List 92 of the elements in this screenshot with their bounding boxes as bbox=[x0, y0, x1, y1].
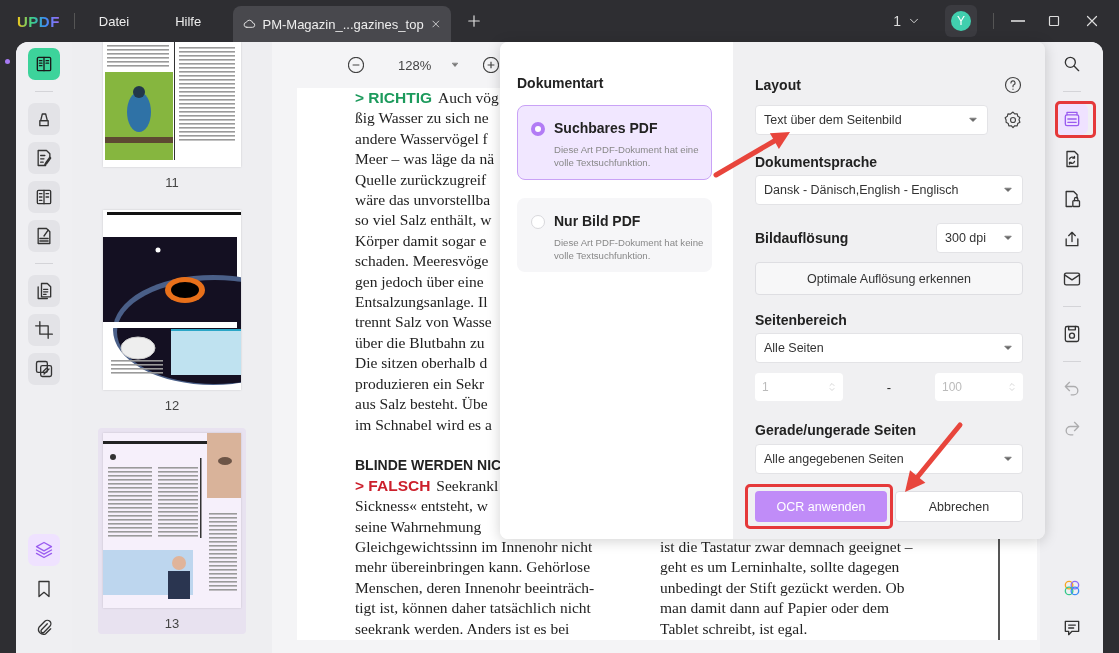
detect-resolution-button[interactable]: Optimale Auflösung erkennen bbox=[755, 262, 1023, 295]
option-description: Diese Art PDF-Dokument hat eine volle Textsuchfunktion. bbox=[554, 143, 700, 169]
columns-icon bbox=[34, 187, 54, 207]
zoom-in-icon bbox=[483, 57, 500, 73]
range-separator: - bbox=[886, 379, 892, 395]
zoom-out-icon bbox=[348, 57, 364, 73]
field-label: Bildauflösung bbox=[755, 229, 849, 247]
field-label: Dokumentsprache bbox=[755, 153, 879, 171]
document-pen-tool-button[interactable] bbox=[28, 142, 60, 174]
text-line: Meer – was läge da nä bbox=[355, 149, 494, 170]
text-line: geht es um Lerninhalte, sollte dagegen bbox=[660, 557, 900, 578]
text-line: Die sitzen oberhalb d bbox=[355, 353, 488, 374]
book-tool-button[interactable] bbox=[28, 48, 60, 80]
text-line: über die Blutbahn zu bbox=[355, 332, 485, 353]
zoom-level[interactable]: 128% bbox=[398, 57, 432, 73]
section-heading: BLINDE WERDEN NIC bbox=[355, 456, 502, 476]
text-line: Sickness« entsteht, w bbox=[355, 496, 489, 517]
layers-tool-button[interactable] bbox=[28, 534, 60, 566]
option-title: Suchbares PDF bbox=[554, 120, 659, 136]
document-pen-tool-button[interactable] bbox=[28, 220, 60, 252]
page-number: 12 bbox=[164, 398, 180, 413]
field-label: Gerade/ungerade Seiten bbox=[755, 421, 918, 439]
page-number: 11 bbox=[165, 175, 179, 190]
menu-item[interactable]: Hilfe bbox=[165, 9, 212, 33]
text-line: ist die Tastatur zwar demnach geeignet – bbox=[660, 537, 913, 557]
page-thumbnail[interactable]: 13 bbox=[98, 428, 246, 634]
status-dot bbox=[5, 59, 10, 64]
layout-dropdown[interactable]: Text über dem Seitenbild bbox=[755, 105, 988, 135]
columns-tool-button[interactable] bbox=[28, 181, 60, 213]
text-line: unbedingt der Stift gezückt werden. Ob bbox=[660, 577, 905, 598]
highlighter-tool-button[interactable] bbox=[28, 103, 60, 135]
settings-icon bbox=[1003, 110, 1023, 130]
section-title: Dokumentart bbox=[517, 74, 605, 92]
text-line: Quelle zurückzugreif bbox=[355, 169, 487, 190]
verdict-label: > FALSCH bbox=[355, 475, 431, 496]
text-line: andere Wasservögel f bbox=[355, 128, 488, 149]
crop-tool-button[interactable] bbox=[28, 314, 60, 346]
text-line: so viel Salz enthält, w bbox=[355, 210, 492, 231]
zoom-in-button[interactable] bbox=[483, 57, 500, 73]
spinner-icon bbox=[826, 381, 838, 393]
text-line: tigt ist, können daher tatsächlich nicht bbox=[355, 598, 591, 619]
option-title: Nur Bild PDF bbox=[554, 213, 642, 229]
highlight-frame bbox=[1055, 101, 1096, 138]
overlay-icon bbox=[34, 359, 54, 379]
text-line: man damit dann auf Papier oder dem bbox=[660, 598, 889, 619]
text-line: Seekrankl bbox=[436, 475, 499, 496]
text-line: Auch vög bbox=[438, 88, 499, 108]
menu-item[interactable]: Datei bbox=[88, 9, 140, 33]
page-thumbnail[interactable]: 12 bbox=[98, 205, 246, 416]
radio-button[interactable] bbox=[531, 122, 545, 136]
zoom-out-button[interactable] bbox=[348, 57, 364, 73]
settings-button[interactable] bbox=[1003, 110, 1023, 130]
page-parity-dropdown[interactable]: Alle angegebenen Seiten bbox=[755, 444, 1023, 474]
language-dropdown[interactable]: Dansk - Dänisch,English - Englisch bbox=[755, 175, 1023, 205]
option-card[interactable]: Suchbares PDF Diese Art PDF-Dokument hat eine volle Textsuchfunktion. bbox=[517, 105, 712, 180]
help-icon bbox=[1003, 75, 1023, 95]
option-description: Diese Art PDF-Dokument hat keine volle Textsuchfunktion. bbox=[554, 236, 705, 262]
layers-icon bbox=[34, 540, 54, 560]
verdict-label: > RICHTIG bbox=[355, 88, 433, 108]
text-line: seekrank werden. Anders ist es bei bbox=[355, 618, 570, 639]
field-label: Layout bbox=[755, 76, 801, 94]
field-label: Seitenbereich bbox=[755, 311, 848, 329]
text-line: im Schnabel wird es a bbox=[355, 414, 492, 435]
text-line: aus Salz besteht. Übe bbox=[355, 394, 488, 415]
document-tab[interactable]: PM-Magazin_...gazines_top bbox=[233, 6, 452, 42]
overlay-tool-button[interactable] bbox=[28, 353, 60, 385]
window-count-dropdown[interactable]: 1 bbox=[887, 12, 927, 30]
page-thumbnail[interactable]: 11 bbox=[98, 42, 246, 193]
text-line: ßig Wasser zu sich ne bbox=[355, 108, 489, 129]
close-icon bbox=[429, 17, 442, 31]
text-line: Gleichgewichtssinn im Innenohr nicht bbox=[355, 536, 593, 557]
resolution-dropdown[interactable]: 300 dpi bbox=[936, 223, 1023, 253]
minimize-icon bbox=[1011, 20, 1025, 22]
spinner-icon bbox=[1006, 381, 1018, 393]
text-line: seine Wahrnehmung bbox=[355, 516, 482, 537]
text-line: Entsalzungsanlage. Il bbox=[355, 292, 488, 313]
pages-tool-button[interactable] bbox=[28, 275, 60, 307]
text-line: gen jedoch über eine bbox=[355, 271, 484, 292]
text-line: Tablet schreibt, ist egal. bbox=[660, 618, 808, 639]
text-line: schaden. Meeresvöge bbox=[355, 251, 489, 272]
text-line: Körper damit sogar e bbox=[355, 230, 487, 251]
text-line: mehr übereinbringen kann. Gehörlose bbox=[355, 557, 590, 578]
book-icon bbox=[34, 54, 54, 74]
text-line: trennt Salz von Wasse bbox=[355, 312, 492, 333]
text-line: Menschen, deren Innenohr beeinträch- bbox=[355, 577, 595, 598]
page-number: 13 bbox=[164, 616, 180, 631]
help-button[interactable] bbox=[1003, 75, 1023, 95]
cancel-button[interactable]: Abbrechen bbox=[895, 491, 1023, 522]
crop-icon bbox=[34, 320, 54, 340]
text-line: wäre das unvorstellba bbox=[355, 190, 491, 211]
option-card[interactable]: Nur Bild PDF Diese Art PDF-Dokument hat keine volle Textsuchfunktion. bbox=[517, 198, 712, 272]
text-line: produzieren ein Sekr bbox=[355, 373, 485, 394]
